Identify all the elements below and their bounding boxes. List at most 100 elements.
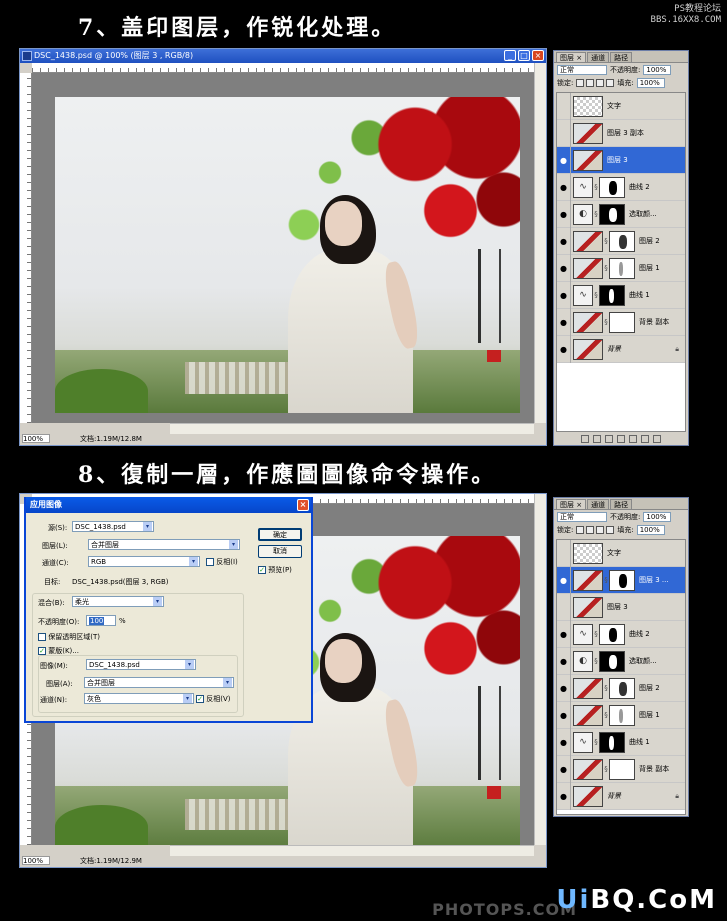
mask-invert-option[interactable]: ✓ 反相(V) bbox=[196, 694, 231, 704]
visibility-toggle-off[interactable] bbox=[557, 593, 571, 621]
layer-item[interactable]: 文字 bbox=[557, 540, 685, 567]
canvas-area[interactable] bbox=[32, 73, 534, 423]
tab-layers[interactable]: 图层 × bbox=[556, 52, 587, 62]
eye-icon[interactable]: ● bbox=[557, 173, 571, 201]
horizontal-scrollbar[interactable] bbox=[170, 423, 534, 434]
horizontal-scrollbar[interactable] bbox=[170, 845, 534, 856]
eye-icon[interactable]: ● bbox=[557, 335, 571, 363]
blend-mode-select[interactable]: 正常 bbox=[557, 64, 607, 75]
preserve-transparency-checkbox[interactable] bbox=[38, 633, 46, 641]
mask-invert-checkbox[interactable]: ✓ bbox=[196, 695, 204, 703]
new-layer-icon[interactable] bbox=[641, 435, 649, 443]
vertical-ruler[interactable] bbox=[20, 73, 32, 423]
ok-button[interactable]: 确定 bbox=[258, 528, 302, 541]
visibility-toggle-off[interactable] bbox=[557, 540, 571, 567]
vertical-scrollbar[interactable] bbox=[534, 494, 546, 845]
dialog-titlebar[interactable]: 应用图像 × bbox=[26, 497, 311, 513]
layer-mask-thumbnail[interactable] bbox=[599, 650, 625, 672]
layer-item-selected[interactable]: ● 图层 3 bbox=[557, 146, 685, 174]
lock-all-icon[interactable] bbox=[606, 525, 615, 534]
layer-item[interactable]: 图层 3 副本 bbox=[557, 119, 685, 147]
layer-select[interactable]: 合并图层 bbox=[88, 539, 240, 550]
tab-paths[interactable]: 路径 bbox=[610, 499, 633, 509]
layer-mask-thumbnail[interactable] bbox=[609, 677, 635, 699]
channel-select[interactable]: RGB bbox=[88, 556, 200, 567]
close-button[interactable]: × bbox=[532, 50, 544, 61]
opacity-input[interactable]: 100% bbox=[643, 64, 672, 75]
tab-layers[interactable]: 图层 × bbox=[556, 499, 587, 509]
photo-canvas[interactable] bbox=[55, 97, 520, 413]
layer-item[interactable]: ● § 图层 1 bbox=[557, 254, 685, 282]
eye-icon[interactable]: ● bbox=[557, 620, 571, 648]
layer-item[interactable]: ● § 图层 2 bbox=[557, 227, 685, 255]
layer-item[interactable]: ● 背景 🔒︎ bbox=[557, 782, 685, 810]
fx-icon[interactable] bbox=[593, 435, 601, 443]
lock-image-icon[interactable] bbox=[586, 78, 595, 87]
layer-mask-thumbnail[interactable] bbox=[599, 284, 625, 306]
opacity-input[interactable]: 100% bbox=[643, 511, 672, 522]
eye-icon[interactable]: ● bbox=[557, 254, 571, 282]
lock-transparent-icon[interactable] bbox=[576, 78, 585, 87]
layer-item[interactable]: ● ∿ § 曲线 1 bbox=[557, 728, 685, 756]
layer-item-selected[interactable]: ● § 图层 3 ... bbox=[557, 566, 685, 594]
layer-mask-thumbnail[interactable] bbox=[609, 230, 635, 252]
visibility-toggle-off[interactable] bbox=[557, 119, 571, 147]
layer-mask-thumbnail[interactable] bbox=[599, 623, 625, 645]
layer-mask-thumbnail[interactable] bbox=[609, 758, 635, 780]
layer-mask-thumbnail[interactable] bbox=[599, 203, 625, 225]
invert-option[interactable]: 反相(I) bbox=[206, 557, 238, 567]
eye-icon[interactable]: ● bbox=[557, 647, 571, 675]
eye-icon[interactable]: ● bbox=[557, 728, 571, 756]
eye-icon[interactable]: ● bbox=[557, 566, 571, 594]
eye-icon[interactable]: ● bbox=[557, 701, 571, 729]
layer-mask-thumbnail[interactable] bbox=[599, 176, 625, 198]
layer-mask-thumbnail[interactable] bbox=[609, 311, 635, 333]
image-select[interactable]: DSC_1438.psd bbox=[86, 659, 196, 670]
tab-paths[interactable]: 路径 bbox=[610, 52, 633, 62]
layer-item[interactable]: ● ◐ § 选取颜... bbox=[557, 647, 685, 675]
mask-checkbox[interactable]: ✓ bbox=[38, 647, 46, 655]
lock-image-icon[interactable] bbox=[586, 525, 595, 534]
lock-all-icon[interactable] bbox=[606, 78, 615, 87]
eye-icon[interactable]: ● bbox=[557, 755, 571, 783]
eye-icon[interactable]: ● bbox=[557, 674, 571, 702]
new-group-icon[interactable] bbox=[629, 435, 637, 443]
trash-icon[interactable] bbox=[653, 435, 661, 443]
tab-channels[interactable]: 通道 bbox=[587, 499, 610, 509]
invert-checkbox[interactable] bbox=[206, 558, 214, 566]
blend-mode-select[interactable]: 正常 bbox=[557, 511, 607, 522]
maximize-button[interactable]: □ bbox=[518, 50, 530, 61]
eye-icon[interactable]: ● bbox=[557, 782, 571, 810]
lock-position-icon[interactable] bbox=[596, 78, 605, 87]
tab-channels[interactable]: 通道 bbox=[587, 52, 610, 62]
fill-input[interactable]: 100% bbox=[636, 77, 665, 88]
eye-icon[interactable]: ● bbox=[557, 227, 571, 255]
layer-item[interactable]: ● ∿ § 曲线 1 bbox=[557, 281, 685, 309]
eye-icon[interactable]: ● bbox=[557, 146, 571, 174]
document-titlebar[interactable]: DSC_1438.psd @ 100% (图层 3 , RGB/8) _ □ × bbox=[20, 49, 546, 63]
fill-input[interactable]: 100% bbox=[636, 524, 665, 535]
layer-item[interactable]: 文字 bbox=[557, 93, 685, 120]
source-select[interactable]: DSC_1438.psd bbox=[72, 521, 154, 532]
vertical-scrollbar[interactable] bbox=[534, 63, 546, 423]
layers-list[interactable]: 文字 ● § 图层 3 ... 图层 3 ● ∿ § 曲线 2 ● ◐ § 选取… bbox=[556, 539, 686, 815]
layer-mask-thumbnail[interactable] bbox=[609, 257, 635, 279]
preview-checkbox[interactable]: ✓ bbox=[258, 566, 266, 574]
blending-select[interactable]: 柔光 bbox=[72, 596, 164, 607]
visibility-toggle-off[interactable] bbox=[557, 93, 571, 120]
adjustment-icon[interactable] bbox=[617, 435, 625, 443]
layer-item[interactable]: ● § 图层 1 bbox=[557, 701, 685, 729]
layer-item[interactable]: ● § 背景 副本 bbox=[557, 755, 685, 783]
add-mask-icon[interactable] bbox=[605, 435, 613, 443]
layer-item[interactable]: ● § 背景 副本 bbox=[557, 308, 685, 336]
zoom-field[interactable]: 100% bbox=[22, 434, 50, 443]
link-layers-icon[interactable] bbox=[581, 435, 589, 443]
layers-list[interactable]: 文字 图层 3 副本 ● 图层 3 ● ∿ § 曲线 2 ● ◐ § 选取颜..… bbox=[556, 92, 686, 432]
eye-icon[interactable]: ● bbox=[557, 308, 571, 336]
layer-mask-thumbnail[interactable] bbox=[599, 731, 625, 753]
eye-icon[interactable]: ● bbox=[557, 281, 571, 309]
layer-item[interactable]: ● ∿ § 曲线 2 bbox=[557, 173, 685, 201]
dialog-close-button[interactable]: × bbox=[297, 499, 309, 511]
preview-option[interactable]: ✓ 预览(P) bbox=[258, 565, 292, 575]
preserve-transparency-option[interactable]: 保留透明区域(T) bbox=[38, 632, 100, 642]
